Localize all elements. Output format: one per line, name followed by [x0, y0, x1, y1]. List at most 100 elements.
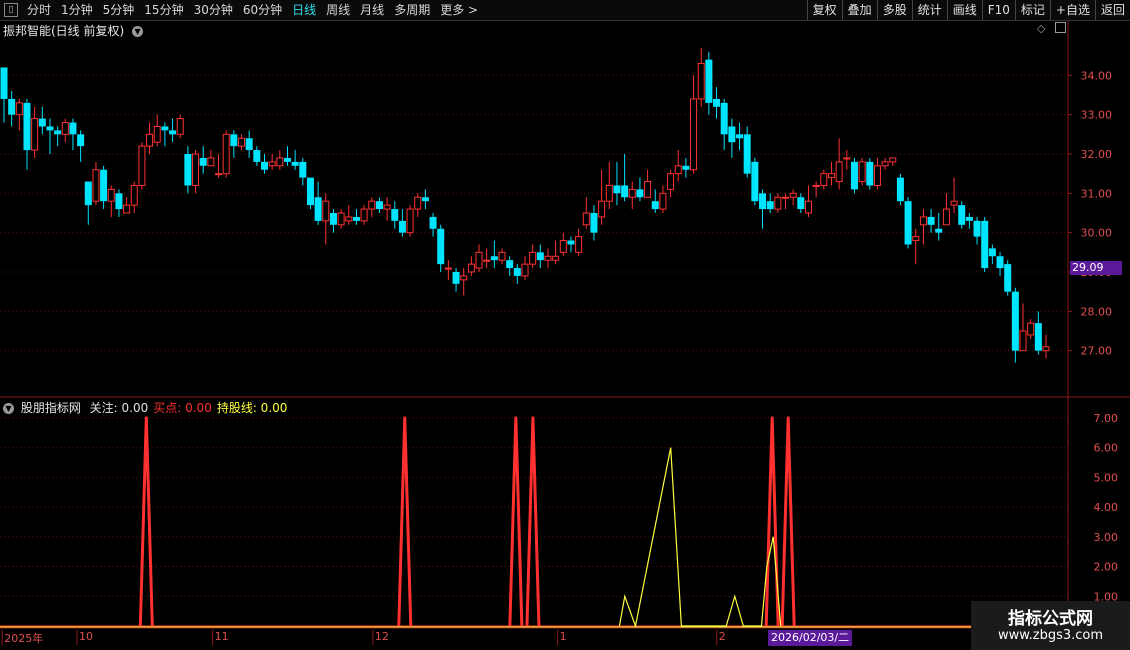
candle-body [774, 196, 782, 210]
candle-body [567, 240, 575, 245]
candle-body [973, 220, 981, 237]
candle-body [460, 275, 468, 281]
candle-body [598, 200, 606, 218]
indicator-tick-label: 7.00 [1094, 412, 1119, 425]
indicator-tick-label: 3.00 [1094, 531, 1119, 544]
candle-body [713, 98, 721, 107]
candle-body [299, 161, 307, 178]
candle-body [751, 161, 759, 202]
buy-point-spike [525, 416, 541, 627]
candle-body [306, 177, 314, 206]
candle-body [92, 169, 100, 202]
candle-body [245, 138, 253, 151]
candle-body [889, 157, 897, 163]
candle-body [1027, 322, 1035, 336]
candle-body [352, 216, 360, 221]
candle-body [421, 197, 429, 202]
candle-body [605, 184, 613, 202]
candle-body [15, 102, 23, 116]
candle-body [161, 126, 169, 131]
candle-body [674, 165, 682, 175]
candle-body [789, 192, 797, 198]
candle-body [483, 259, 491, 262]
candle-body [919, 216, 927, 226]
candle-body [77, 134, 85, 147]
candle-body [812, 184, 820, 187]
candle-body [61, 122, 69, 135]
candle-body [406, 208, 414, 234]
site-watermark: 指标公式网 www.zbgs3.com [971, 601, 1130, 650]
indicator-tick-label: 5.00 [1094, 471, 1119, 484]
indicator-tick-label: 4.00 [1094, 501, 1119, 514]
candle-body [690, 98, 698, 171]
candle-body [720, 102, 728, 135]
candle-body [705, 59, 713, 103]
candle-body [107, 188, 115, 202]
candle-body [506, 260, 514, 269]
candle-body [360, 208, 368, 222]
candle-body [391, 209, 399, 221]
candle-body [398, 220, 406, 233]
candle-body [582, 212, 590, 226]
candle-body [375, 201, 383, 210]
current-price-tag: 29.09 [1070, 261, 1122, 276]
candle-body [651, 201, 659, 210]
buy-point-spike [138, 416, 154, 627]
candle-body [552, 255, 560, 261]
candle-body [490, 256, 498, 261]
candle-body [100, 169, 108, 202]
candle-body [782, 196, 789, 199]
candle-body [38, 118, 46, 127]
main-tick-label: 33.00 [1081, 109, 1113, 122]
candle-body [766, 201, 774, 210]
candle-body [69, 122, 77, 135]
candle-body [230, 134, 238, 147]
candle-body [8, 98, 16, 115]
crosshair-date-label: 2026/02/03/二 [768, 630, 853, 646]
main-tick-label: 32.00 [1081, 148, 1113, 161]
candle-body [881, 161, 889, 167]
candle-body [123, 204, 131, 214]
candle-body [804, 200, 812, 214]
candle-body [46, 126, 54, 131]
candle-body [835, 161, 843, 183]
candle-body [529, 251, 537, 265]
buy-point-spike [508, 416, 524, 627]
time-axis-label-3: 12 [374, 630, 389, 643]
candle-body [759, 193, 767, 210]
indicator-tick-label: 6.00 [1094, 442, 1119, 455]
candle-body [866, 161, 874, 186]
time-axis-label-2: 11 [214, 630, 229, 643]
candle-body [521, 263, 529, 277]
candle-body [927, 216, 935, 225]
candle-body [291, 161, 299, 166]
time-axis-label-0: 2025年 [4, 632, 44, 645]
candle-body [329, 213, 337, 225]
buy-point-spike [780, 416, 796, 627]
candle-body [996, 256, 1004, 269]
candle-body [896, 177, 904, 202]
candle-body [222, 133, 230, 175]
candle-body [169, 130, 177, 135]
candle-body [215, 173, 223, 176]
main-tick-label: 28.00 [1081, 305, 1113, 318]
candle-body [0, 67, 8, 99]
candle-body [575, 236, 583, 253]
candle-body [276, 157, 284, 167]
candle-body [958, 205, 966, 225]
candle-body [337, 212, 345, 226]
candle-body [697, 63, 705, 100]
candle-body [904, 201, 912, 245]
candle-body [437, 228, 445, 265]
candle-body [644, 181, 652, 198]
candle-body [1011, 291, 1019, 351]
indicator-tick-label: 2.00 [1094, 561, 1119, 574]
candle-body [536, 252, 544, 261]
candle-body [736, 134, 744, 139]
candle-body [981, 220, 989, 269]
candle-body [238, 137, 246, 147]
candle-body [988, 248, 996, 257]
candle-body [628, 188, 636, 198]
time-axis-label-5: 2 [718, 630, 726, 643]
candle-body [54, 130, 62, 135]
